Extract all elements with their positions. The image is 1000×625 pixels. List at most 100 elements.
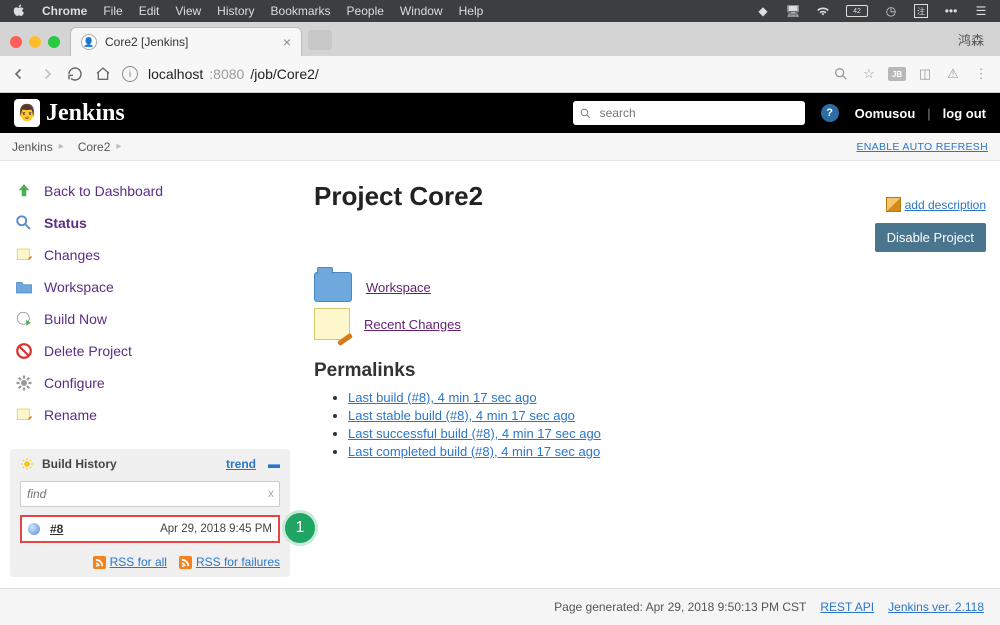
menu-app-name[interactable]: Chrome [42,4,87,18]
permalinks-list: Last build (#8), 4 min 17 sec ago Last s… [314,390,986,459]
rss-icon [93,556,106,569]
footer-rest-api[interactable]: REST API [820,600,874,614]
sidebar-item-workspace[interactable]: Workspace [10,271,290,303]
browser-profile[interactable]: 鸿森 [958,30,984,49]
page-footer: Page generated: Apr 29, 2018 9:50:13 PM … [0,588,1000,625]
apple-icon[interactable] [12,4,26,18]
back-button[interactable] [10,65,28,83]
menu-edit[interactable]: Edit [139,4,160,18]
logout-link[interactable]: log out [943,106,986,121]
sidebar-item-status[interactable]: Status [10,207,290,239]
menu-file[interactable]: File [103,4,122,18]
menu-help[interactable]: Help [459,4,484,18]
build-history-panel: Build History trend ▬ x #8 Apr 29, 2018 … [10,449,290,577]
breadcrumb-jenkins[interactable]: Jenkins [12,140,53,154]
browser-menu-icon[interactable]: ⋮ [972,65,990,83]
sun-icon [20,457,34,471]
sidebar-item-configure[interactable]: Configure [10,367,290,399]
chevron-right-icon: ▸ [59,141,64,152]
header-user[interactable]: Oomusou [855,106,916,121]
help-icon[interactable]: ? [821,104,839,122]
sidebar-item-rename[interactable]: Rename [10,399,290,431]
sidebar: Back to Dashboard Status Changes Workspa… [0,161,300,591]
sidebar-label: Delete Project [44,343,132,359]
chevron-right-icon: ▸ [116,141,121,152]
address-bar[interactable]: localhost:8080/job/Core2/ [148,66,822,82]
extension-warn-icon[interactable]: ⚠ [944,65,962,83]
build-history-find: x [20,481,280,507]
workspace-link[interactable]: Workspace [366,280,431,295]
extension-cube-icon[interactable]: ◫ [916,65,934,83]
site-info-icon[interactable]: i [122,66,138,82]
dots-icon[interactable]: ••• [944,4,958,18]
enable-auto-refresh-link[interactable]: ENABLE AUTO REFRESH [856,141,988,153]
permalink-last-completed[interactable]: Last completed build (#8), 4 min 17 sec … [348,444,600,459]
recent-changes-row: Recent Changes [314,308,986,340]
battery-icon[interactable]: 42 [846,5,868,17]
build-status-ball-icon [28,523,40,535]
bookmark-star-icon[interactable]: ☆ [860,65,878,83]
folder-big-icon [314,272,352,302]
menu-people[interactable]: People [347,4,384,18]
menu-window[interactable]: Window [400,4,443,18]
menu-bookmarks[interactable]: Bookmarks [271,4,331,18]
sidebar-label: Changes [44,247,100,263]
tray-icon-1[interactable]: ◆ [756,4,770,18]
search-icon [579,107,592,120]
reload-button[interactable] [66,65,84,83]
breadcrumb: Jenkins ▸ Core2 ▸ ENABLE AUTO REFRESH [0,133,1000,161]
permalink-last-stable[interactable]: Last stable build (#8), 4 min 17 sec ago [348,408,575,423]
url-path: /job/Core2/ [250,66,318,82]
menu-view[interactable]: View [175,4,201,18]
input-icon[interactable]: 注 [914,4,928,18]
footer-version[interactable]: Jenkins ver. 2.118 [888,600,984,614]
permalink-last-build[interactable]: Last build (#8), 4 min 17 sec ago [348,390,537,405]
folder-icon [14,277,34,297]
rss-all-link[interactable]: RSS for all [93,555,167,569]
changes-icon [14,245,34,265]
list-icon[interactable]: ☰ [974,4,988,18]
disable-project-button[interactable]: Disable Project [875,223,986,252]
rename-icon [14,405,34,425]
sidebar-item-build-now[interactable]: Build Now [10,303,290,335]
tray-icon-2[interactable]: 🖥 [786,4,800,18]
browser-tab[interactable]: 👤 Core2 [Jenkins] × [70,27,302,56]
new-tab-button[interactable] [308,30,332,50]
home-button[interactable] [94,65,112,83]
sidebar-item-changes[interactable]: Changes [10,239,290,271]
jenkins-search[interactable] [573,101,805,125]
permalink-last-success[interactable]: Last successful build (#8), 4 min 17 sec… [348,426,601,441]
jenkins-brand[interactable]: Jenkins [46,100,125,127]
forward-button [38,65,56,83]
url-port: :8080 [209,66,244,82]
sidebar-item-delete[interactable]: Delete Project [10,335,290,367]
pencil-icon [886,197,901,212]
extension-jb-icon[interactable]: JB [888,67,906,81]
breadcrumb-project[interactable]: Core2 [78,140,111,154]
sidebar-label: Rename [44,407,97,423]
recent-changes-link[interactable]: Recent Changes [364,317,461,332]
clock-icon[interactable]: ◷ [884,4,898,18]
window-controls[interactable] [0,36,70,56]
add-description-link[interactable]: add description [886,197,986,212]
jenkins-search-input[interactable] [598,105,799,121]
rss-failures-link[interactable]: RSS for failures [179,555,280,569]
permalink-item: Last completed build (#8), 4 min 17 sec … [348,444,986,459]
sidebar-item-back[interactable]: Back to Dashboard [10,175,290,207]
build-number[interactable]: #8 [50,522,63,536]
search-in-page-icon[interactable] [832,65,850,83]
wifi-icon[interactable] [816,4,830,18]
main-content: Project Core2 add description Disable Pr… [300,161,1000,591]
sidebar-label: Configure [44,375,105,391]
menu-history[interactable]: History [217,4,254,18]
tab-close-icon[interactable]: × [283,34,291,50]
browser-tabstrip: 👤 Core2 [Jenkins] × 鸿森 [0,22,1000,56]
build-history-trend-link[interactable]: trend [226,457,256,471]
build-row[interactable]: #8 Apr 29, 2018 9:45 PM [20,515,280,543]
build-find-input[interactable] [20,481,280,507]
up-arrow-icon [14,181,34,201]
collapse-icon[interactable]: ▬ [268,457,280,471]
jenkins-logo-icon[interactable]: 👨 [14,99,40,127]
clear-find-icon[interactable]: x [268,486,274,500]
build-date: Apr 29, 2018 9:45 PM [160,523,272,535]
